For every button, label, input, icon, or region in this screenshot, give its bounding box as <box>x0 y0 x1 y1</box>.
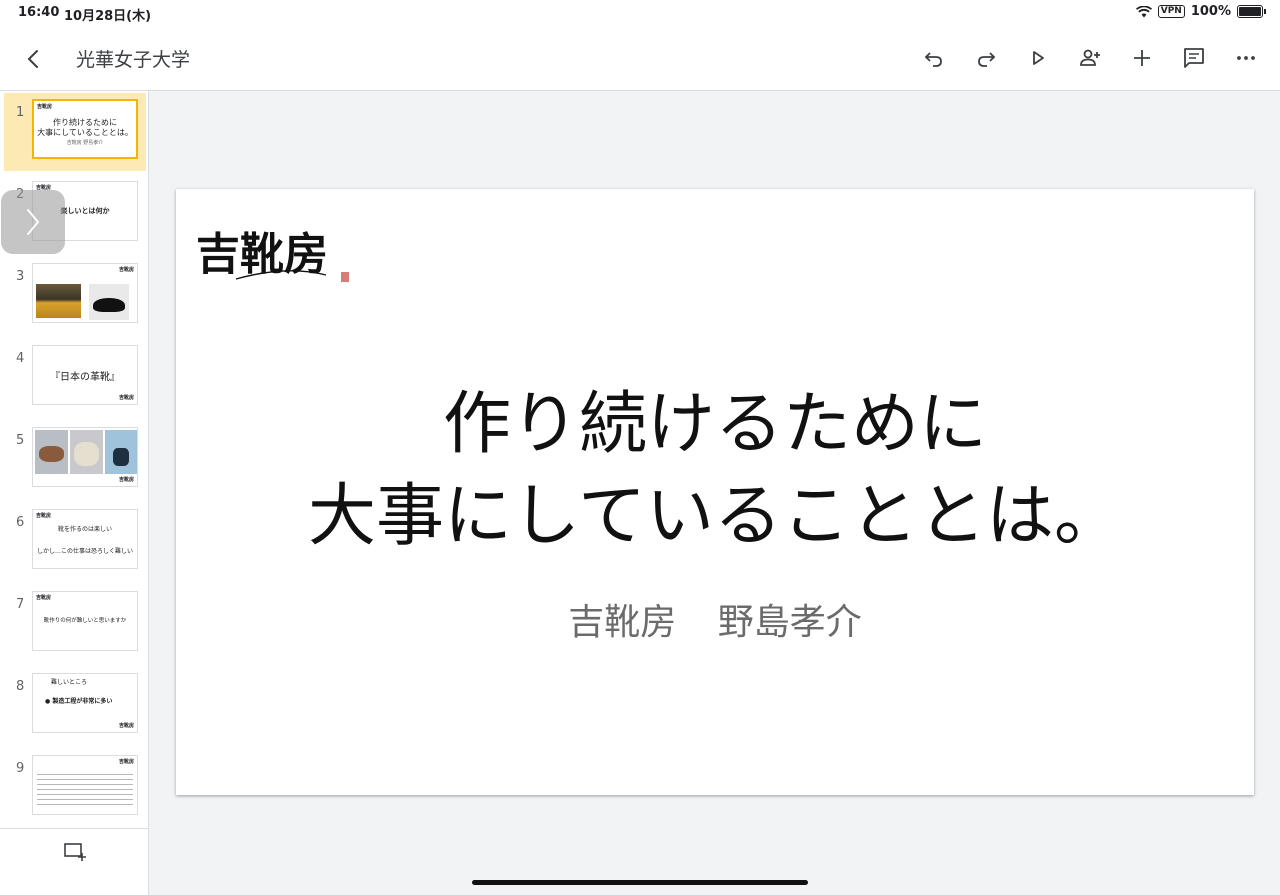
logo-text: 吉靴房 <box>36 513 52 519</box>
brand-logo: 吉靴房 <box>196 217 356 287</box>
slide-preview: 吉靴房 <box>32 427 138 487</box>
slide-number: 3 <box>16 269 25 284</box>
slide-thumbnail-8[interactable]: 8 難しいところ ● 製造工程が非常に多い 吉靴房 <box>4 667 146 745</box>
home-indicator[interactable] <box>472 880 808 885</box>
title-line-2: 大事にしていることとは。 <box>308 477 1122 556</box>
slide-preview: 『日本の革靴』 吉靴房 <box>32 345 138 405</box>
add-slide-button[interactable] <box>60 839 90 865</box>
status-indicators: VPN 100% <box>1135 4 1266 19</box>
slide-number: 6 <box>16 515 25 530</box>
photo-shoes <box>89 284 129 320</box>
slide-thumbnail-6[interactable]: 6 吉靴房 靴を作るのは楽しい しかし…この仕事は恐ろしく難しい <box>4 503 146 581</box>
logo-text: 吉靴房 <box>118 723 134 729</box>
slide-preview: 吉靴房 靴を作るのは楽しい しかし…この仕事は恐ろしく難しい <box>32 509 138 569</box>
battery-cap <box>1264 9 1266 14</box>
title-line-1: 作り続けるために <box>442 385 987 464</box>
back-button[interactable] <box>18 44 48 74</box>
plus-icon <box>1134 50 1150 66</box>
thumb-text: 大事にしていることとは。 <box>37 128 133 137</box>
slide-thumbnail-4[interactable]: 4 『日本の革靴』 吉靴房 <box>4 339 146 417</box>
logo-text: 吉靴房 <box>118 395 134 401</box>
thumb-text: 『日本の革靴』 <box>50 372 120 383</box>
slide-preview: 吉靴房 <box>32 263 138 323</box>
comments-button[interactable] <box>1174 40 1214 76</box>
slide-title[interactable]: 作り続けるために 大事にしていることとは。 <box>176 379 1254 563</box>
slide-thumbnail-7[interactable]: 7 吉靴房 靴作りの何が難しいと思いますか <box>4 585 146 663</box>
logo-text: 吉靴房 <box>36 595 52 601</box>
more-icon <box>1237 56 1255 60</box>
chevron-right-icon <box>27 209 40 235</box>
thumb-text: 靴作りの何が難しいと思いますか <box>43 618 127 624</box>
status-date: 10月28日(木) <box>64 9 152 24</box>
slide-preview: 吉靴房 作り続けるために 大事にしていることとは。 吉靴房 野島孝介 <box>32 99 138 159</box>
logo-text: 吉靴房 <box>37 104 53 110</box>
wifi-icon <box>1135 5 1152 17</box>
thumb-text: 靴を作るのは楽しい <box>57 526 112 533</box>
slide-number: 9 <box>16 761 25 776</box>
slide-thumbnail-1[interactable]: 1 吉靴房 作り続けるために 大事にしていることとは。 吉靴房 野島孝介 <box>4 93 146 171</box>
add-person-icon <box>1080 49 1100 66</box>
slide-preview: 難しいところ ● 製造工程が非常に多い 吉靴房 <box>32 673 138 733</box>
slide-thumbnail-9[interactable]: 9 吉靴房 <box>4 749 146 827</box>
logo-text: 吉靴房 <box>118 477 134 483</box>
slide-number: 5 <box>16 433 25 448</box>
add-slide-icon <box>64 843 86 861</box>
slide-number: 7 <box>16 597 25 612</box>
insert-button[interactable] <box>1122 40 1162 76</box>
slide-canvas[interactable]: 吉靴房 作り続けるために 大事にしていることとは。 吉靴房 野島孝介 <box>176 189 1254 795</box>
photo-sandals <box>35 430 68 474</box>
sidebar-divider <box>0 828 148 829</box>
slide-preview: 吉靴房 <box>32 755 138 815</box>
present-button[interactable] <box>1018 40 1058 76</box>
undo-button[interactable] <box>914 40 954 76</box>
vpn-badge: VPN <box>1157 5 1185 18</box>
redo-button[interactable] <box>966 40 1006 76</box>
slide-preview: 吉靴房 靴作りの何が難しいと思いますか <box>32 591 138 651</box>
slide-number: 8 <box>16 679 25 694</box>
collapse-panel-button[interactable] <box>1 190 65 254</box>
slide-number: 4 <box>16 351 25 366</box>
thumb-text-lines <box>37 770 133 808</box>
logo-text: 吉靴房 <box>118 267 134 273</box>
slide-number: 1 <box>16 105 25 120</box>
undo-icon <box>924 52 942 67</box>
slide-thumbnail-3[interactable]: 3 吉靴房 <box>4 257 146 335</box>
share-button[interactable] <box>1070 40 1110 76</box>
redo-icon <box>978 52 996 67</box>
thumb-text: しかし…この仕事は恐ろしく難しい <box>36 548 133 555</box>
calligraphy-logo-image: 吉靴房 <box>196 229 349 282</box>
battery-icon <box>1237 5 1263 18</box>
battery-percent: 100% <box>1190 4 1231 19</box>
comment-icon <box>1184 48 1204 68</box>
photo-bag <box>105 430 137 474</box>
thumb-text: ● 製造工程が非常に多い <box>45 698 113 705</box>
document-title[interactable]: 光華女子大学 <box>76 45 190 72</box>
thumb-text: 難しいところ <box>51 679 88 686</box>
chevron-left-icon <box>27 50 38 68</box>
play-icon <box>1033 51 1044 65</box>
thumb-subtext: 吉靴房 野島孝介 <box>66 140 104 146</box>
more-options-button[interactable] <box>1226 40 1266 76</box>
photo-dojo <box>36 284 81 318</box>
top-bar: 16:40 10月28日(木) VPN 100% 光華女子大学 <box>0 0 1280 91</box>
toolbar <box>914 40 1266 76</box>
status-time: 16:40 <box>18 5 60 20</box>
logo-text: 吉靴房 <box>118 759 134 765</box>
photo-boots <box>70 430 103 474</box>
slide-thumbnail-5[interactable]: 5 吉靴房 <box>4 421 146 499</box>
slide-subtitle[interactable]: 吉靴房 野島孝介 <box>176 593 1254 645</box>
